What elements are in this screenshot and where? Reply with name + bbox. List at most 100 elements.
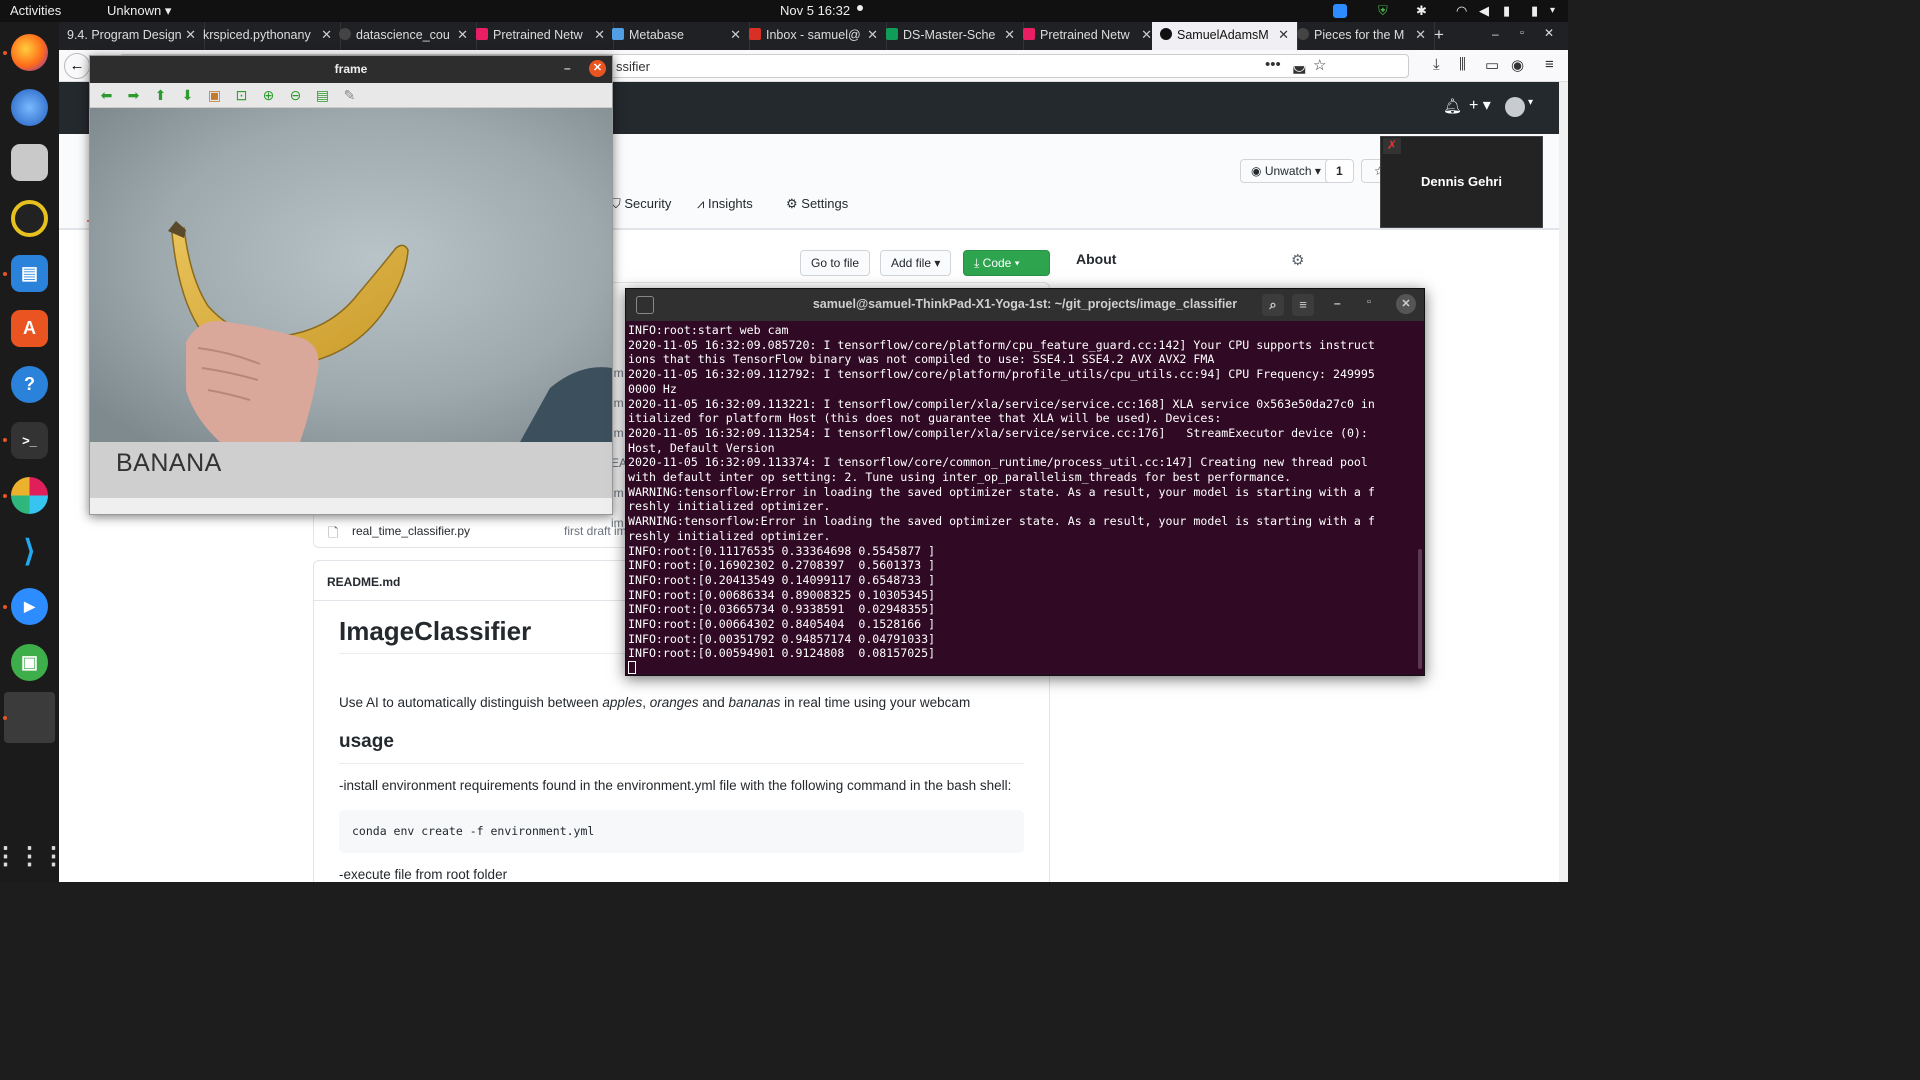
minimize-icon[interactable]: –	[1334, 296, 1341, 310]
bell-icon[interactable]: 🔔︎	[1443, 97, 1462, 115]
new-tab-icon[interactable]	[636, 296, 654, 314]
terminal-scrollbar[interactable]	[1418, 549, 1422, 669]
about-settings-gear-icon[interactable]: ⚙	[1291, 251, 1304, 269]
chip-app-icon[interactable]: ▣	[11, 644, 48, 681]
tab[interactable]: Pretrained Netw ✕	[1015, 22, 1161, 50]
close-icon[interactable]: ✕	[1278, 27, 1289, 43]
close-icon[interactable]: ✕	[730, 27, 741, 43]
gmail-favicon-icon	[749, 28, 761, 40]
terminal-titlebar[interactable]: samuel@samuel-ThinkPad-X1-Yoga-1st: ~/gi…	[626, 289, 1424, 321]
arrow-right-icon[interactable]: ➡	[125, 87, 142, 104]
tab[interactable]: Metabase ✕	[604, 22, 750, 50]
arrow-up-icon[interactable]: ⬆	[152, 87, 169, 104]
writer-icon[interactable]: ▤	[11, 255, 48, 292]
zoom-fit-icon[interactable]: ⊡	[233, 87, 250, 104]
tab[interactable]: 9.4. Program Design ✕	[59, 22, 205, 50]
close-icon[interactable]: ✕	[867, 27, 878, 43]
library-icon[interactable]: ⫼	[1459, 56, 1466, 73]
zoom-tray-icon[interactable]	[1333, 4, 1347, 18]
tab-insights[interactable]: ⩘ Insights	[697, 196, 753, 212]
close-window-icon[interactable]: ✕	[1544, 26, 1554, 40]
bookmark-star-icon[interactable]: ☆	[1313, 56, 1326, 74]
volume-icon[interactable]: ◀	[1479, 3, 1489, 19]
sidebar-icon[interactable]: ▭	[1485, 56, 1499, 74]
file-icon: 🗋︎	[328, 525, 339, 540]
zoom-in-icon[interactable]: ⊕	[260, 87, 277, 104]
video-call-tile[interactable]: ✗ Dennis Gehri	[1380, 136, 1543, 228]
frame-titlebar[interactable]: frame – ✕	[90, 56, 612, 83]
menu-icon[interactable]: ≡	[1292, 294, 1314, 316]
avatar[interactable]	[1505, 97, 1525, 117]
terminal-icon[interactable]: >_	[11, 422, 48, 459]
maximize-icon[interactable]: ▫	[1367, 296, 1371, 308]
app-menu[interactable]: Unknown ▾	[107, 3, 171, 19]
slack-icon[interactable]	[11, 477, 48, 514]
maximize-icon[interactable]: ▫	[1520, 27, 1524, 39]
file-link[interactable]: real_time_classifier.py	[352, 524, 470, 538]
tab[interactable]: Pieces for the M ✕	[1289, 22, 1435, 50]
wifi-icon[interactable]: ◠	[1456, 3, 1467, 19]
code-button[interactable]: ⤓ Code ▾	[963, 250, 1050, 276]
pocket-icon[interactable]: ◛	[1292, 56, 1307, 74]
active-window-thumbnail[interactable]	[4, 692, 55, 743]
battery-icon[interactable]: ▮	[1503, 3, 1510, 19]
zoom-out-icon[interactable]: ⊖	[287, 87, 304, 104]
minimize-icon[interactable]: –	[564, 61, 571, 75]
download-icon[interactable]: ⤓	[1433, 56, 1440, 73]
add-file-button[interactable]: Add file ▾	[880, 250, 952, 276]
thunderbird-icon[interactable]	[11, 89, 48, 126]
watch-count[interactable]: 1	[1325, 159, 1354, 183]
system-menu-chevron-icon[interactable]: ▾	[1550, 5, 1555, 16]
firefox-icon[interactable]	[11, 34, 48, 71]
minimize-icon[interactable]: –	[1492, 27, 1499, 41]
go-to-file-button[interactable]: Go to file	[800, 250, 871, 276]
shield-tray-icon[interactable]: ⛨	[1378, 3, 1388, 19]
save-icon[interactable]: ▤	[314, 87, 331, 104]
activities-button[interactable]: Activities	[10, 3, 61, 18]
software-center-icon[interactable]: A	[11, 310, 48, 347]
battery-icon-2[interactable]: ▮	[1531, 3, 1538, 19]
install-command: conda env create -f environment.yml	[352, 824, 595, 838]
chevron-down-icon[interactable]: ▾	[1528, 97, 1533, 108]
new-tab-icon[interactable]: +	[1434, 25, 1444, 45]
search-icon[interactable]: ⌕	[1262, 294, 1284, 316]
rhythmbox-icon[interactable]	[11, 200, 48, 237]
tab-settings[interactable]: ⚙ Settings	[786, 196, 848, 212]
slack-tray-icon[interactable]: ✱	[1416, 3, 1427, 19]
help-icon[interactable]: ?	[11, 366, 48, 403]
plus-dropdown-icon[interactable]: + ▾	[1469, 95, 1491, 115]
terminal-output[interactable]: INFO:root:start web cam 2020-11-05 16:32:…	[628, 323, 1418, 673]
menu-icon[interactable]: ≡	[1545, 56, 1554, 73]
show-applications-icon[interactable]: ⋮⋮⋮	[0, 838, 66, 875]
tab-label: krspiced.pythonany	[203, 28, 311, 42]
chevron-down-icon: ▾	[164, 3, 172, 18]
account-icon[interactable]: ◉	[1511, 56, 1524, 74]
page-actions-icon[interactable]: •••	[1265, 56, 1281, 73]
image-icon[interactable]: ▣	[206, 87, 223, 104]
files-icon[interactable]	[11, 144, 48, 181]
tab-security[interactable]: ⛉ Security	[611, 196, 671, 212]
close-icon[interactable]: ✕	[589, 60, 606, 77]
terminal-line: 2020-11-05 16:32:09.113254: I tensorflow…	[628, 425, 1368, 440]
arrow-down-icon[interactable]: ⬇	[179, 87, 196, 104]
close-icon[interactable]: ✕	[1415, 27, 1426, 43]
vscode-icon[interactable]: ⟩	[11, 533, 48, 570]
tab-active[interactable]: SamuelAdamsM ✕	[1152, 22, 1298, 50]
unwatch-button[interactable]: ◉ Unwatch ▾	[1240, 159, 1332, 183]
tab[interactable]: datascience_cou ✕	[331, 22, 477, 50]
properties-icon[interactable]: ✎	[341, 87, 358, 104]
tab[interactable]: Inbox - samuel@ ✕	[741, 22, 887, 50]
close-icon[interactable]: ✕	[1141, 27, 1152, 43]
close-icon[interactable]: ✕	[1396, 294, 1416, 314]
arrow-left-icon[interactable]: ⬅	[98, 87, 115, 104]
back-arrow-icon[interactable]: ←	[64, 53, 90, 79]
close-icon[interactable]: ✕	[1004, 27, 1015, 43]
scrollbar[interactable]	[1559, 82, 1568, 882]
tab[interactable]: Pretrained Netw ✕	[468, 22, 614, 50]
commit-message[interactable]: first draft im	[564, 524, 627, 538]
clock[interactable]: Nov 5 16:32	[780, 3, 850, 18]
zoom-icon[interactable]: ▶	[11, 588, 48, 625]
close-icon[interactable]: ✕	[457, 27, 468, 43]
tab[interactable]: krspiced.pythonany ✕	[195, 22, 341, 50]
tab[interactable]: DS-Master-Sche ✕	[878, 22, 1024, 50]
